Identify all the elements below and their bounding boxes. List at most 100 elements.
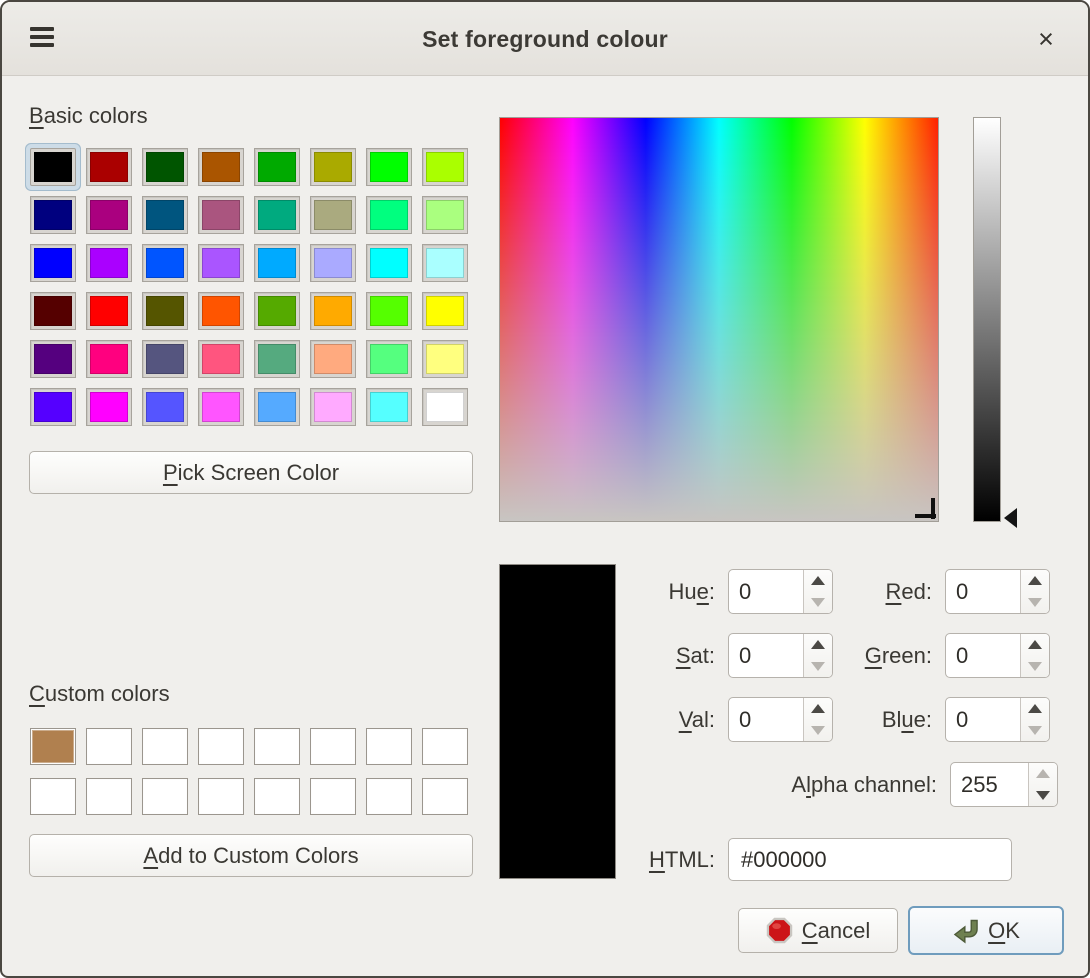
color-swatch[interactable] bbox=[422, 148, 468, 186]
color-swatch[interactable] bbox=[86, 728, 132, 765]
red-value[interactable]: 0 bbox=[946, 570, 1020, 613]
color-swatch[interactable] bbox=[254, 388, 300, 426]
color-swatch[interactable] bbox=[254, 340, 300, 378]
color-swatch[interactable] bbox=[254, 778, 300, 815]
color-swatch[interactable] bbox=[310, 196, 356, 234]
color-swatch[interactable] bbox=[198, 196, 244, 234]
color-swatch[interactable] bbox=[30, 244, 76, 282]
color-swatch[interactable] bbox=[366, 340, 412, 378]
alpha-value[interactable]: 255 bbox=[951, 763, 1028, 806]
spin-up-icon[interactable] bbox=[1021, 698, 1049, 720]
stop-sign-icon bbox=[766, 917, 794, 945]
color-dialog-window: Set foreground colour × Basic colors Pic… bbox=[0, 0, 1090, 978]
spin-up-icon[interactable] bbox=[1029, 763, 1057, 785]
color-swatch[interactable] bbox=[422, 292, 468, 330]
color-swatch[interactable] bbox=[254, 196, 300, 234]
color-swatch[interactable] bbox=[366, 778, 412, 815]
color-swatch[interactable] bbox=[30, 728, 76, 765]
blue-value[interactable]: 0 bbox=[946, 698, 1020, 741]
color-swatch[interactable] bbox=[142, 148, 188, 186]
color-swatch[interactable] bbox=[310, 388, 356, 426]
color-swatch[interactable] bbox=[86, 196, 132, 234]
blue-spinbox[interactable]: 0 bbox=[945, 697, 1050, 742]
color-swatch[interactable] bbox=[254, 728, 300, 765]
spin-up-icon[interactable] bbox=[1021, 634, 1049, 656]
color-swatch[interactable] bbox=[254, 244, 300, 282]
color-swatch[interactable] bbox=[366, 196, 412, 234]
color-swatch[interactable] bbox=[310, 728, 356, 765]
color-swatch[interactable] bbox=[198, 244, 244, 282]
color-swatch[interactable] bbox=[30, 196, 76, 234]
color-swatch[interactable] bbox=[310, 244, 356, 282]
color-swatch[interactable] bbox=[422, 244, 468, 282]
red-label: Red: bbox=[777, 579, 932, 605]
color-swatch[interactable] bbox=[142, 778, 188, 815]
value-luminance-slider[interactable] bbox=[973, 117, 1001, 522]
color-swatch[interactable] bbox=[198, 388, 244, 426]
color-swatch[interactable] bbox=[86, 148, 132, 186]
color-swatch[interactable] bbox=[366, 148, 412, 186]
color-swatch[interactable] bbox=[254, 148, 300, 186]
menu-icon[interactable] bbox=[30, 27, 56, 51]
color-swatch[interactable] bbox=[86, 292, 132, 330]
dialog-title: Set foreground colour bbox=[2, 2, 1088, 76]
color-swatch[interactable] bbox=[366, 388, 412, 426]
color-swatch[interactable] bbox=[198, 148, 244, 186]
html-color-input[interactable]: #000000 bbox=[728, 838, 1012, 881]
add-to-custom-colors-button[interactable]: Add to Custom Colors bbox=[29, 834, 473, 877]
color-swatch[interactable] bbox=[422, 196, 468, 234]
picker-crosshair bbox=[931, 498, 935, 519]
green-value[interactable]: 0 bbox=[946, 634, 1020, 677]
color-swatch[interactable] bbox=[30, 292, 76, 330]
color-swatch[interactable] bbox=[86, 340, 132, 378]
custom-color-grid bbox=[30, 728, 468, 815]
color-swatch[interactable] bbox=[422, 388, 468, 426]
ok-button[interactable]: OK bbox=[908, 906, 1064, 955]
hue-label: Hue: bbox=[560, 579, 715, 605]
color-swatch[interactable] bbox=[366, 244, 412, 282]
pick-screen-color-button[interactable]: Pick Screen Color bbox=[29, 451, 473, 494]
close-icon[interactable]: × bbox=[1028, 20, 1064, 58]
color-swatch[interactable] bbox=[310, 340, 356, 378]
red-spinbox[interactable]: 0 bbox=[945, 569, 1050, 614]
color-swatch[interactable] bbox=[30, 340, 76, 378]
spin-down-icon[interactable] bbox=[1021, 720, 1049, 742]
color-swatch[interactable] bbox=[198, 778, 244, 815]
color-swatch[interactable] bbox=[142, 340, 188, 378]
color-swatch[interactable] bbox=[310, 778, 356, 815]
color-swatch[interactable] bbox=[30, 388, 76, 426]
sat-label: Sat: bbox=[560, 643, 715, 669]
green-spinbox[interactable]: 0 bbox=[945, 633, 1050, 678]
color-swatch[interactable] bbox=[366, 292, 412, 330]
color-swatch[interactable] bbox=[422, 778, 468, 815]
spin-down-icon[interactable] bbox=[1029, 785, 1057, 807]
color-swatch[interactable] bbox=[142, 196, 188, 234]
color-swatch[interactable] bbox=[86, 244, 132, 282]
color-swatch[interactable] bbox=[30, 778, 76, 815]
titlebar: Set foreground colour × bbox=[2, 2, 1088, 76]
color-swatch[interactable] bbox=[310, 148, 356, 186]
alpha-spinbox[interactable]: 255 bbox=[950, 762, 1058, 807]
blue-label: Blue: bbox=[777, 707, 932, 733]
color-swatch[interactable] bbox=[422, 340, 468, 378]
color-swatch[interactable] bbox=[366, 728, 412, 765]
hue-saturation-picker[interactable] bbox=[499, 117, 939, 522]
color-swatch[interactable] bbox=[142, 244, 188, 282]
spin-up-icon[interactable] bbox=[1021, 570, 1049, 592]
cancel-button[interactable]: Cancel bbox=[738, 908, 898, 953]
color-swatch[interactable] bbox=[142, 388, 188, 426]
color-swatch[interactable] bbox=[198, 728, 244, 765]
slider-arrow-icon[interactable] bbox=[1004, 508, 1017, 528]
color-swatch[interactable] bbox=[198, 340, 244, 378]
color-swatch[interactable] bbox=[198, 292, 244, 330]
color-swatch[interactable] bbox=[310, 292, 356, 330]
spin-down-icon[interactable] bbox=[1021, 656, 1049, 678]
color-swatch[interactable] bbox=[254, 292, 300, 330]
color-swatch[interactable] bbox=[142, 292, 188, 330]
color-swatch[interactable] bbox=[422, 728, 468, 765]
color-swatch[interactable] bbox=[86, 388, 132, 426]
spin-down-icon[interactable] bbox=[1021, 592, 1049, 614]
color-swatch[interactable] bbox=[86, 778, 132, 815]
color-swatch[interactable] bbox=[142, 728, 188, 765]
color-swatch[interactable] bbox=[30, 148, 76, 186]
